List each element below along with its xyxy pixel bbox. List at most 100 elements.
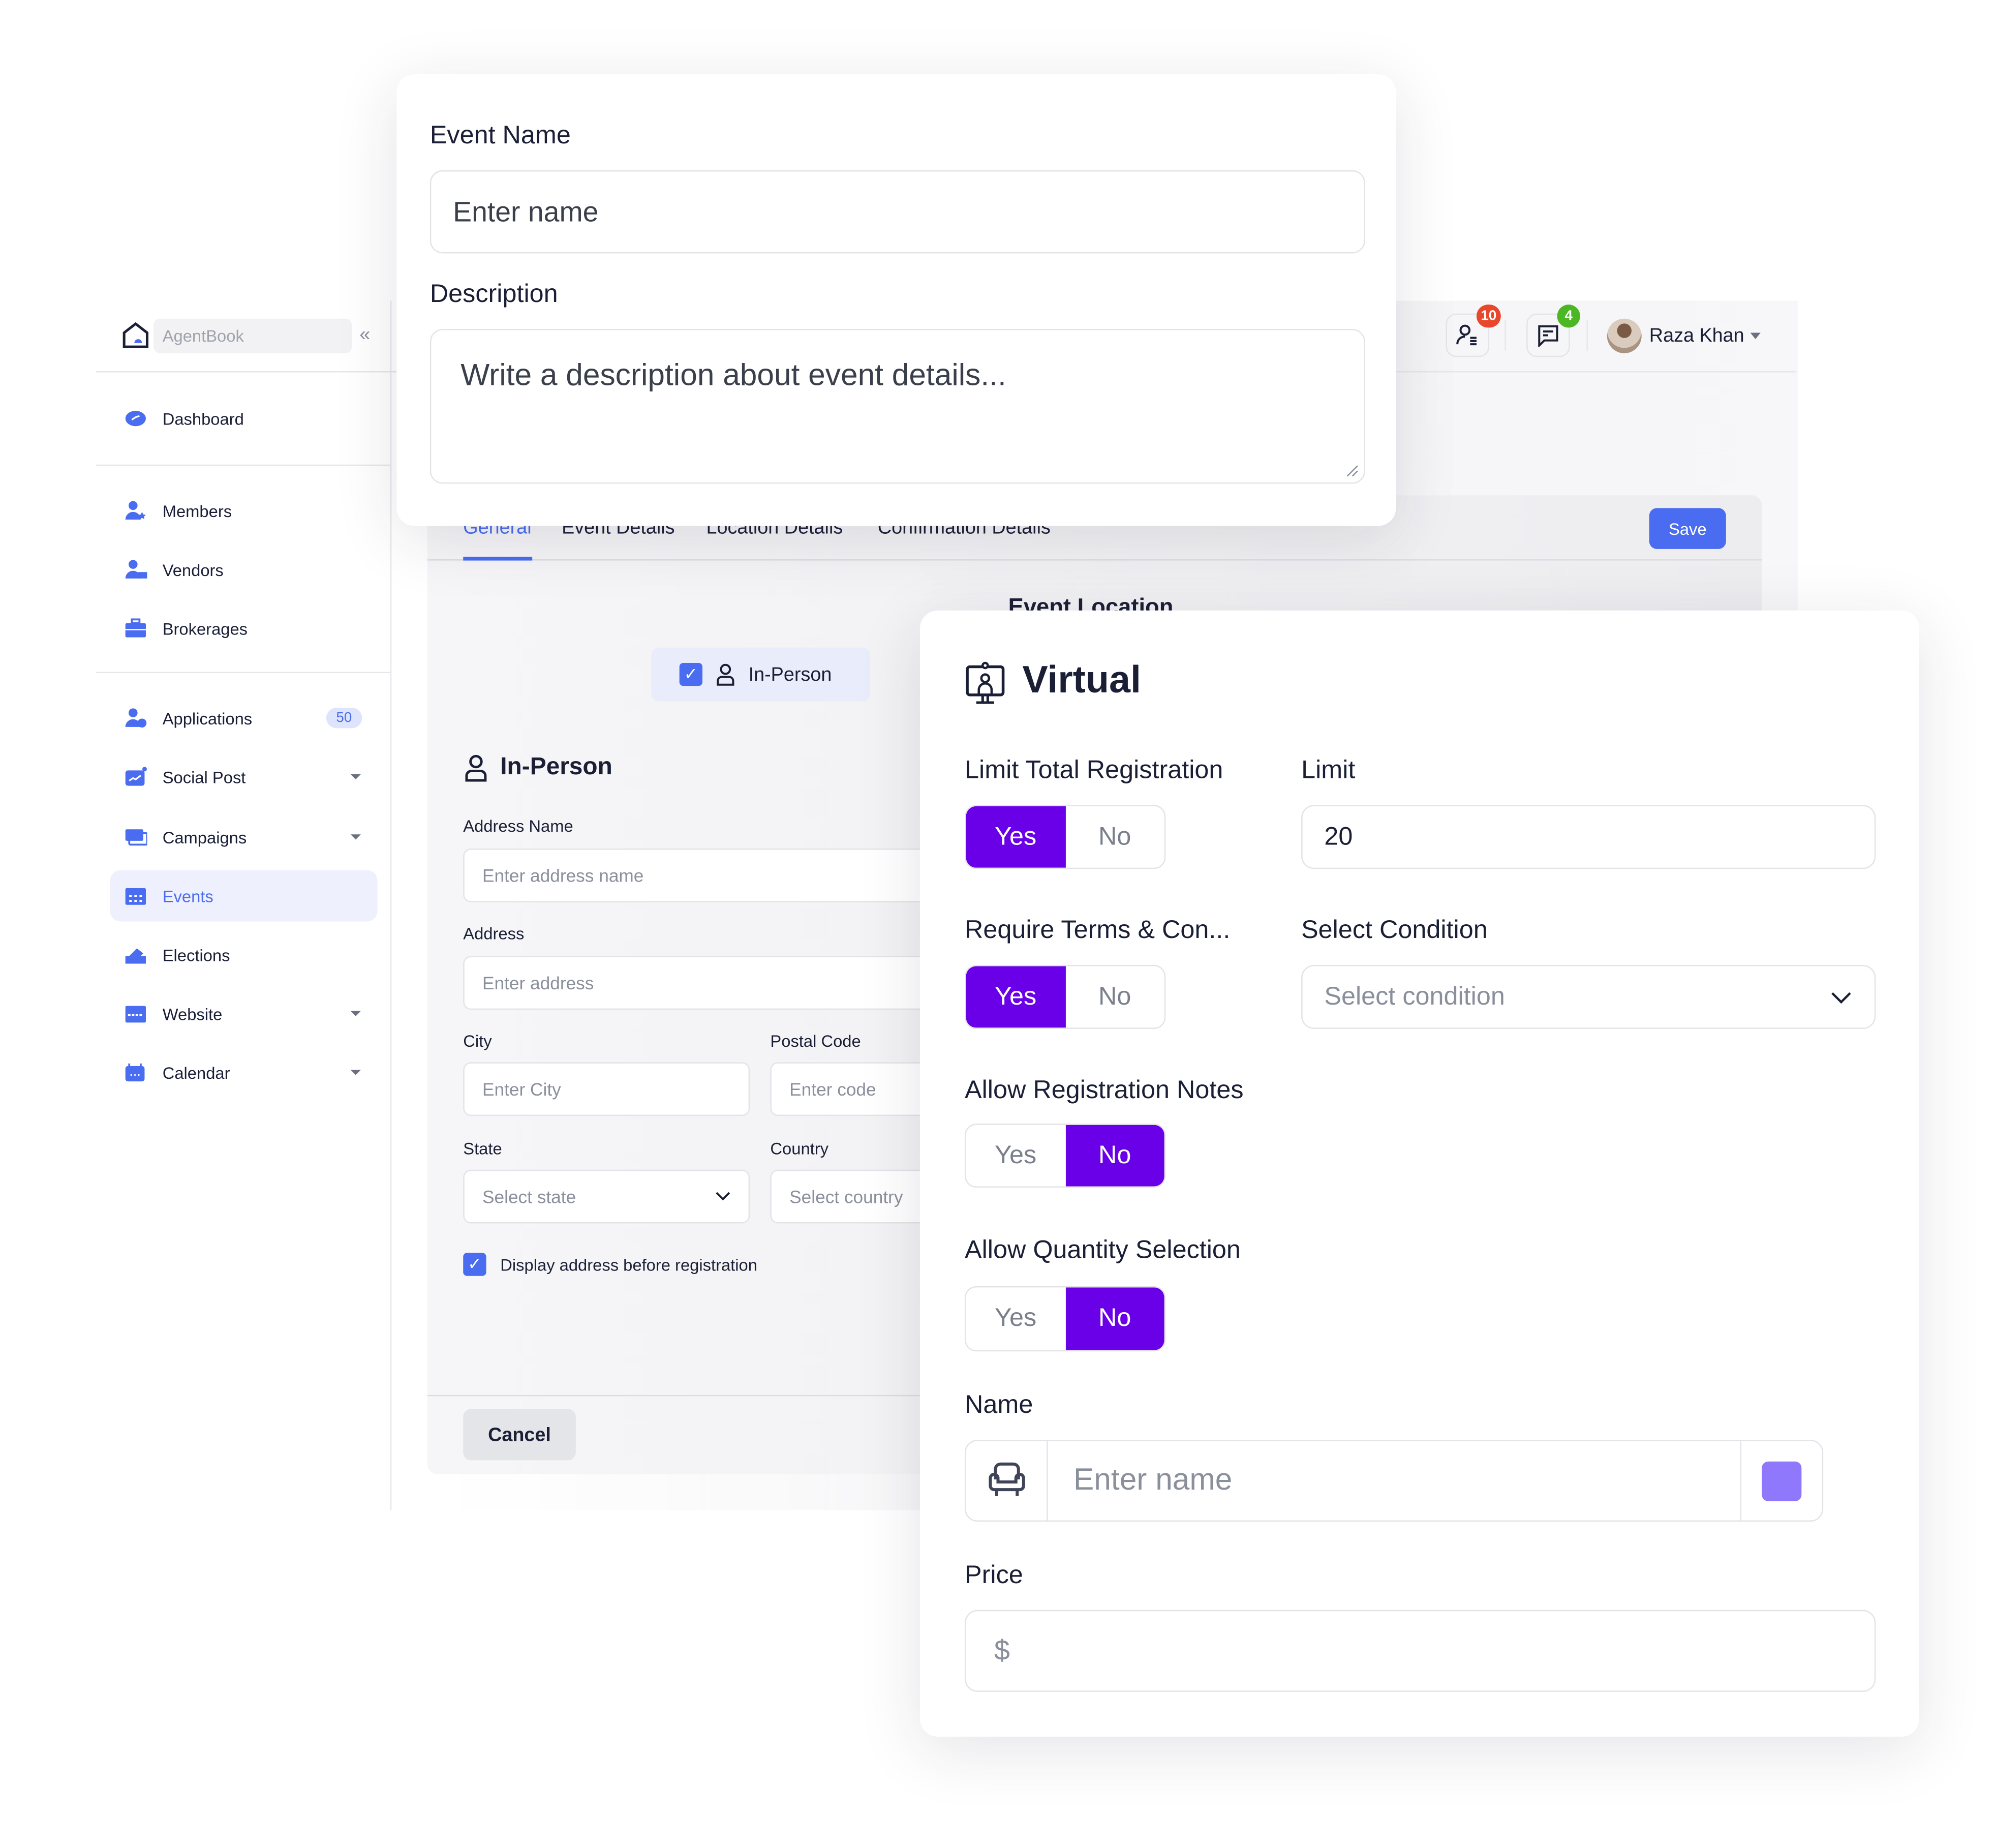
color-swatch[interactable] — [1762, 1461, 1802, 1501]
chevron-down-icon — [716, 1192, 730, 1201]
quantity-toggle[interactable]: Yes No — [965, 1286, 1166, 1352]
sidebar-item-applications[interactable]: Applications 50 — [110, 692, 377, 744]
address-name-label: Address Name — [463, 816, 573, 836]
expand-caret-icon[interactable] — [350, 1070, 361, 1075]
social-post-icon — [124, 767, 147, 787]
sidebar-item-elections[interactable]: Elections — [110, 929, 377, 981]
limit-label: Limit — [1301, 756, 1356, 785]
user-menu-caret-icon[interactable] — [1750, 332, 1761, 340]
event-name-input[interactable]: Enter name — [429, 170, 1365, 254]
dashboard-icon — [124, 408, 147, 429]
sidebar-item-label: Applications — [162, 708, 253, 728]
sidebar-item-dashboard[interactable]: Dashboard — [110, 393, 377, 444]
address-label: Address — [463, 924, 525, 944]
sidebar-item-website[interactable]: Website — [110, 988, 377, 1039]
city-input[interactable]: Enter City — [463, 1062, 750, 1116]
condition-placeholder: Select condition — [1324, 982, 1505, 1011]
name-input[interactable]: Enter name — [1048, 1463, 1740, 1498]
applications-icon — [124, 708, 147, 728]
calendar-icon — [124, 1062, 147, 1082]
country-label: Country — [770, 1139, 829, 1159]
display-address-checkbox[interactable]: ✓ — [463, 1253, 486, 1276]
person-icon — [717, 663, 734, 686]
user-name[interactable]: Raza Khan — [1649, 325, 1744, 347]
state-label: State — [463, 1139, 502, 1159]
limit-total-label: Limit Total Registration — [965, 756, 1223, 785]
sidebar-item-events[interactable]: Events — [110, 870, 378, 922]
chevron-down-icon — [1831, 992, 1851, 1004]
event-name-label: Event Name — [429, 122, 571, 150]
description-label: Description — [429, 280, 558, 309]
checkbox-checked-icon[interactable]: ✓ — [679, 662, 702, 686]
postal-code-label: Postal Code — [770, 1031, 861, 1051]
sidebar-item-label: Campaigns — [162, 827, 247, 847]
notifications-badge: 10 — [1476, 305, 1501, 328]
calendar-grid-icon — [124, 886, 147, 906]
vendors-icon — [124, 559, 147, 580]
condition-label: Select Condition — [1301, 916, 1488, 945]
briefcase-icon — [124, 618, 147, 639]
sidebar-item-calendar[interactable]: Calendar — [110, 1047, 377, 1098]
limit-total-toggle[interactable]: Yes No — [965, 805, 1166, 869]
virtual-presentation-icon — [966, 661, 1005, 704]
color-picker-button[interactable] — [1740, 1441, 1822, 1521]
virtual-title: Virtual — [1022, 659, 1141, 702]
home-logo-icon — [122, 322, 149, 348]
save-button[interactable]: Save — [1649, 508, 1726, 549]
state-select[interactable]: Select state — [463, 1169, 750, 1224]
notes-toggle[interactable]: Yes No — [965, 1124, 1166, 1188]
currency-prefix: $ — [994, 1634, 1010, 1667]
terms-label: Require Terms & Con... — [965, 916, 1231, 945]
user-list-icon — [1456, 324, 1477, 346]
no-option[interactable]: No — [1065, 1125, 1164, 1187]
price-input[interactable]: $ — [965, 1610, 1876, 1692]
state-placeholder: Select state — [482, 1186, 576, 1207]
expand-caret-icon[interactable] — [350, 774, 361, 780]
no-option[interactable]: No — [1065, 966, 1164, 1028]
address-name-input[interactable]: Enter address name — [463, 848, 975, 902]
limit-input[interactable]: 20 — [1301, 805, 1876, 869]
count-badge: 50 — [326, 708, 362, 729]
sidebar-item-label: Members — [162, 501, 232, 521]
sidebar-item-members[interactable]: Members — [110, 485, 377, 536]
name-input-group: Enter name — [965, 1439, 1824, 1522]
description-textarea[interactable]: Write a description about event details.… — [429, 328, 1365, 484]
expand-caret-icon[interactable] — [350, 834, 361, 840]
chip-label: In-Person — [748, 663, 832, 686]
campaigns-icon — [124, 827, 147, 847]
yes-option[interactable]: Yes — [966, 806, 1065, 868]
collapse-sidebar-icon[interactable]: « — [359, 324, 370, 346]
sidebar-item-brokerages[interactable]: Brokerages — [110, 603, 377, 654]
in-person-chip[interactable]: ✓ In-Person — [651, 647, 870, 702]
no-option[interactable]: No — [1065, 1287, 1164, 1350]
terms-toggle[interactable]: Yes No — [965, 965, 1166, 1029]
brand-search-field[interactable]: AgentBook — [153, 318, 352, 353]
name-label: Name — [965, 1391, 1033, 1419]
sidebar-item-label: Dashboard — [162, 409, 244, 429]
website-icon — [124, 1004, 147, 1024]
sidebar-item-campaigns[interactable]: Campaigns — [110, 811, 377, 863]
city-label: City — [463, 1031, 492, 1051]
sidebar-item-label: Vendors — [162, 560, 224, 580]
cancel-button[interactable]: Cancel — [463, 1409, 576, 1461]
sidebar-item-label: Events — [162, 886, 213, 905]
price-label: Price — [965, 1561, 1023, 1590]
in-person-title: In-Person — [500, 753, 612, 781]
yes-option[interactable]: Yes — [966, 966, 1065, 1028]
quantity-label: Allow Quantity Selection — [965, 1236, 1241, 1265]
sidebar-item-label: Elections — [162, 945, 230, 964]
resize-handle-icon[interactable] — [1346, 465, 1359, 477]
expand-caret-icon[interactable] — [350, 1011, 361, 1016]
address-input[interactable]: Enter address — [463, 956, 975, 1010]
avatar[interactable] — [1607, 318, 1642, 353]
person-icon — [465, 754, 487, 782]
yes-option[interactable]: Yes — [966, 1125, 1065, 1187]
condition-select[interactable]: Select condition — [1301, 965, 1876, 1029]
sidebar-item-social-post[interactable]: Social Post — [110, 751, 377, 803]
yes-option[interactable]: Yes — [966, 1287, 1065, 1350]
sidebar-item-vendors[interactable]: Vendors — [110, 544, 377, 595]
seat-icon-addon — [966, 1441, 1048, 1521]
display-address-label: Display address before registration — [500, 1255, 757, 1275]
sidebar-item-label: Calendar — [162, 1063, 230, 1082]
no-option[interactable]: No — [1065, 806, 1164, 868]
